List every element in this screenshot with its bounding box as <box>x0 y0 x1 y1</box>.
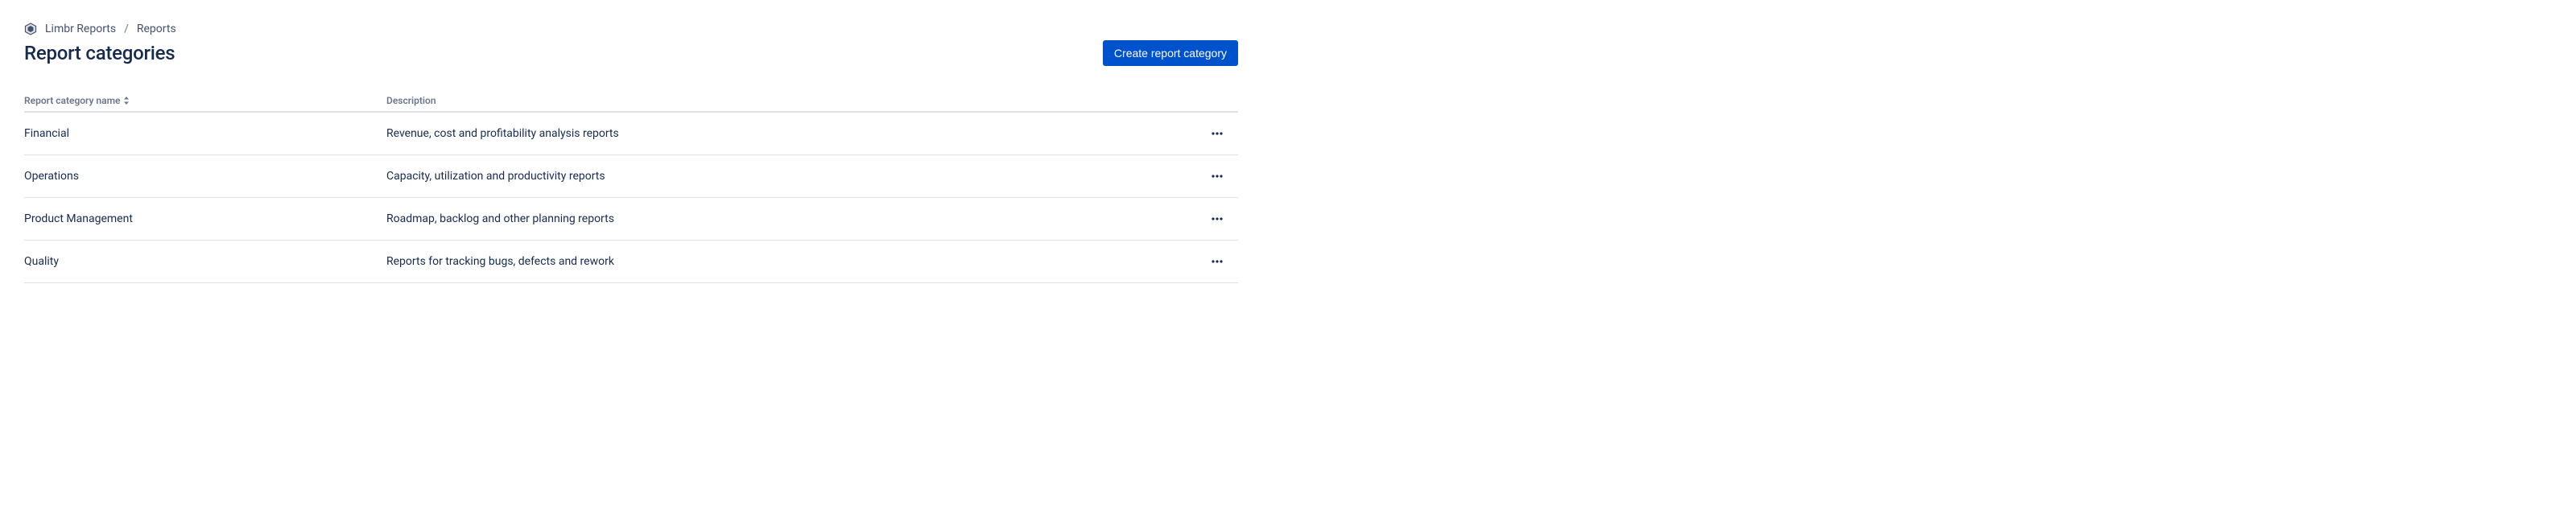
category-description-cell: Reports for tracking bugs, defects and r… <box>386 241 1190 283</box>
category-name-cell: Product Management <box>24 198 386 241</box>
category-name-cell: Quality <box>24 241 386 283</box>
more-actions-icon[interactable] <box>1204 121 1230 146</box>
category-name-cell: Operations <box>24 155 386 198</box>
table-row: OperationsCapacity, utilization and prod… <box>24 155 1238 198</box>
create-report-category-button[interactable]: Create report category <box>1103 40 1238 66</box>
column-header-description[interactable]: Description <box>386 90 1190 112</box>
category-description-cell: Roadmap, backlog and other planning repo… <box>386 198 1190 241</box>
table-row: Product ManagementRoadmap, backlog and o… <box>24 198 1238 241</box>
more-actions-icon[interactable] <box>1204 249 1230 274</box>
category-name-cell: Financial <box>24 112 386 155</box>
app-logo-icon <box>24 23 37 35</box>
category-description-cell: Capacity, utilization and productivity r… <box>386 155 1190 198</box>
table-row: FinancialRevenue, cost and profitability… <box>24 112 1238 155</box>
category-actions-cell <box>1190 112 1238 155</box>
column-header-name-label: Report category name <box>24 95 120 106</box>
breadcrumb-current-link[interactable]: Reports <box>137 23 176 35</box>
breadcrumb: Limbr Reports / Reports <box>24 23 1238 35</box>
table-row: QualityReports for tracking bugs, defect… <box>24 241 1238 283</box>
more-actions-icon[interactable] <box>1204 163 1230 189</box>
breadcrumb-root-link[interactable]: Limbr Reports <box>45 23 116 35</box>
category-description-cell: Revenue, cost and profitability analysis… <box>386 112 1190 155</box>
page-header: Report categories Create report category <box>24 40 1238 66</box>
category-actions-cell <box>1190 198 1238 241</box>
column-header-actions <box>1190 90 1238 112</box>
category-actions-cell <box>1190 155 1238 198</box>
categories-table: Report category name Description Financi… <box>24 90 1238 283</box>
page-title: Report categories <box>24 42 175 64</box>
category-actions-cell <box>1190 241 1238 283</box>
more-actions-icon[interactable] <box>1204 206 1230 232</box>
breadcrumb-separator: / <box>124 23 129 35</box>
column-header-name[interactable]: Report category name <box>24 95 130 106</box>
sort-icon <box>123 97 130 105</box>
